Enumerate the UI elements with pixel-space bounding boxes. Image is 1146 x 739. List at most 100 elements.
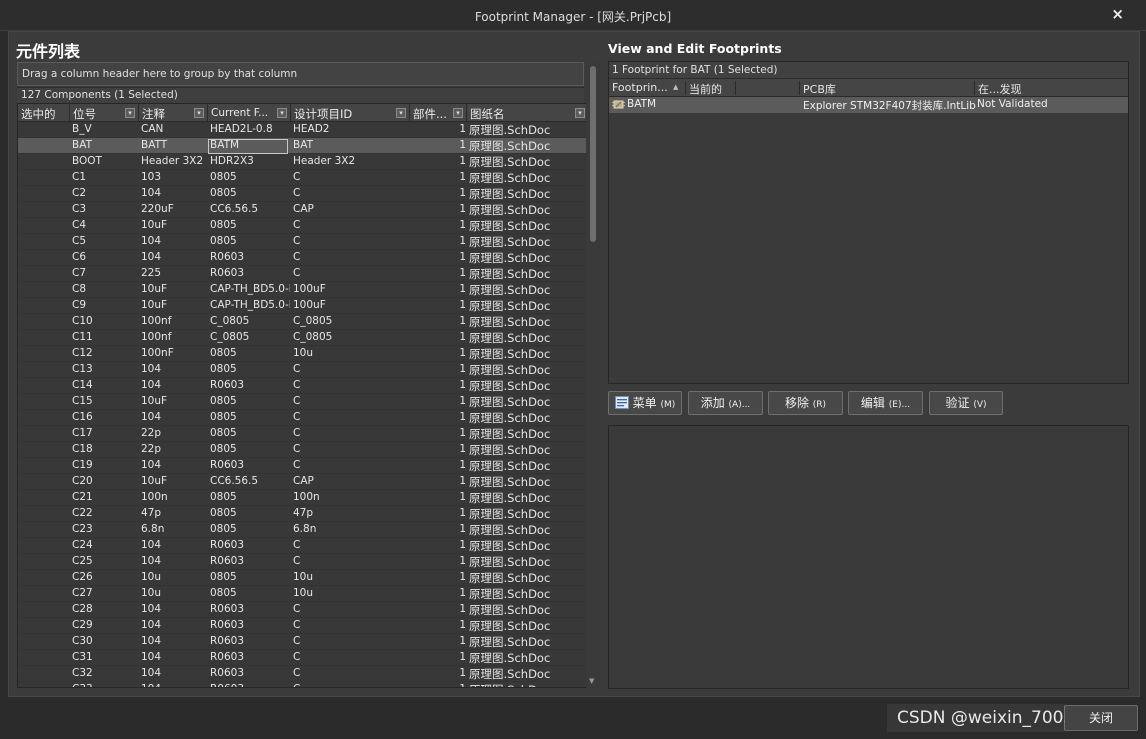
column-header-found-in[interactable]: 在...发现 [978, 81, 1022, 97]
table-row[interactable]: C27 10u 0805 10u 1 原理图.SchDoc [18, 586, 588, 602]
table-row[interactable]: C25 104 R0603 C 1 原理图.SchDoc [18, 554, 588, 570]
row-comment: 10u [141, 571, 162, 583]
funnel-icon[interactable]: ▾ [125, 108, 135, 118]
table-row[interactable]: C26 10u 0805 10u 1 原理图.SchDoc [18, 570, 588, 586]
table-row[interactable]: C4 10uF 0805 C 1 原理图.SchDoc [18, 218, 588, 234]
column-header-footprint[interactable]: Footprin... [612, 81, 668, 94]
column-header-parts[interactable]: 部件... ▾ [410, 104, 467, 122]
column-separator[interactable] [735, 81, 736, 95]
row-design-item-id: 100uF [293, 299, 326, 311]
table-row[interactable]: C14 104 R0603 C 1 原理图.SchDoc [18, 378, 588, 394]
add-button[interactable]: 添加 (A)... [688, 391, 763, 415]
remove-button[interactable]: 移除 (R) [768, 391, 843, 415]
table-row[interactable]: C19 104 R0603 C 1 原理图.SchDoc [18, 458, 588, 474]
row-current-footprint: HDR2X3 [210, 155, 254, 167]
row-comment: 10uF [141, 283, 168, 295]
table-row[interactable]: C13 104 0805 C 1 原理图.SchDoc [18, 362, 588, 378]
table-row[interactable]: B_V CAN HEAD2L-0.8 HEAD2 1 原理图.SchDoc [18, 122, 588, 138]
scrollbar-thumb[interactable] [590, 66, 596, 242]
footprint-grid-header: Footprin... ▲ 当前的 PCB库 在...发现 [609, 79, 1128, 97]
table-row[interactable]: C30 104 R0603 C 1 原理图.SchDoc [18, 634, 588, 650]
row-designator: C5 [72, 235, 87, 247]
row-design-item-id: 100uF [293, 283, 326, 295]
row-design-item-id: BAT [293, 139, 313, 151]
component-grid-scrollbar[interactable]: ▼ [586, 62, 600, 688]
column-separator[interactable] [799, 81, 800, 95]
funnel-icon[interactable]: ▾ [453, 108, 463, 118]
group-by-panel[interactable]: Drag a column header here to group by th… [17, 62, 584, 86]
column-header-pcb-library[interactable]: PCB库 [803, 81, 836, 97]
footprint-row[interactable]: BATM Explorer STM32F407封装库.IntLib Not Va… [609, 97, 1128, 113]
edit-button[interactable]: 编辑 (E)... [848, 391, 923, 415]
table-row[interactable]: C22 47p 0805 47p 1 原理图.SchDoc [18, 506, 588, 522]
table-row[interactable]: C15 10uF 0805 C 1 原理图.SchDoc [18, 394, 588, 410]
table-row[interactable]: C17 22p 0805 C 1 原理图.SchDoc [18, 426, 588, 442]
row-sheet: 原理图.SchDoc [469, 635, 551, 649]
table-row[interactable]: C24 104 R0603 C 1 原理图.SchDoc [18, 538, 588, 554]
table-row[interactable]: C7 225 R0603 C 1 原理图.SchDoc [18, 266, 588, 282]
footprint-preview-area[interactable] [608, 425, 1129, 689]
funnel-icon[interactable]: ▾ [277, 108, 287, 118]
row-selected-cell [18, 187, 68, 202]
row-comment: 22p [141, 427, 162, 439]
row-sheet: 原理图.SchDoc [469, 475, 551, 489]
row-designator: C18 [72, 443, 93, 455]
table-row[interactable]: C3 220uF CC6.56.5 CAP 1 原理图.SchDoc [18, 202, 588, 218]
close-window-icon[interactable]: × [1111, 5, 1124, 23]
row-selected-cell [18, 635, 68, 650]
table-row[interactable]: C12 100nF 0805 10u 1 原理图.SchDoc [18, 346, 588, 362]
menu-button[interactable]: 菜单 (M) [608, 391, 682, 415]
close-button[interactable]: 关闭 [1064, 705, 1138, 731]
row-selected-cell [18, 427, 68, 442]
table-row[interactable]: C11 100nf C_0805 C_0805 1 原理图.SchDoc [18, 330, 588, 346]
row-comment: 10uF [141, 219, 168, 231]
table-row[interactable]: BOOT Header 3X2 HDR2X3 Header 3X2 1 原理图.SchDo… [18, 154, 588, 170]
table-row[interactable]: C6 104 R0603 C 1 原理图.SchDoc [18, 250, 588, 266]
scroll-down-icon[interactable]: ▼ [589, 677, 594, 685]
row-designator: C8 [72, 283, 87, 295]
table-row[interactable]: C18 22p 0805 C 1 原理图.SchDoc [18, 442, 588, 458]
table-row[interactable]: C23 6.8n 0805 6.8n 1 原理图.SchDoc [18, 522, 588, 538]
table-row[interactable]: C1 103 0805 C 1 原理图.SchDoc [18, 170, 588, 186]
row-sheet: 原理图.SchDoc [469, 123, 551, 137]
row-parts: 1 [459, 139, 466, 151]
column-header-current[interactable]: 当前的 [689, 81, 722, 97]
column-separator[interactable] [974, 81, 975, 95]
row-parts: 1 [459, 347, 466, 359]
funnel-icon[interactable]: ▾ [396, 108, 406, 118]
funnel-icon[interactable]: ▾ [194, 108, 204, 118]
row-designator: C27 [72, 587, 93, 599]
row-designator: C28 [72, 603, 93, 615]
row-selected-cell [18, 539, 68, 554]
table-row[interactable]: C33 104 R0603C1原理图.SchDoc [18, 682, 588, 687]
column-header-current-footprint[interactable]: Current F... ▾ [208, 104, 291, 122]
table-row[interactable]: C31 104 R0603 C 1 原理图.SchDoc [18, 650, 588, 666]
column-header-sheet[interactable]: 图纸名 ▾ [467, 104, 588, 122]
column-header-design-item-id[interactable]: 设计项目ID ▾ [291, 104, 410, 122]
funnel-icon[interactable]: ▾ [575, 108, 585, 118]
table-row[interactable]: C21 100n 0805 100n 1 原理图.SchDoc [18, 490, 588, 506]
table-row[interactable]: C32 104 R0603 C 1 原理图.SchDoc [18, 666, 588, 682]
table-row[interactable]: C5 104 0805 C 1 原理图.SchDoc [18, 234, 588, 250]
row-comment: 104 [141, 235, 162, 247]
column-header-selected[interactable]: 选中的 [18, 104, 70, 122]
table-row[interactable]: C28 104 R0603 C 1 原理图.SchDoc [18, 602, 588, 618]
table-row[interactable]: C29 104 R0603 C 1 原理图.SchDoc [18, 618, 588, 634]
validate-button[interactable]: 验证 (V) [929, 391, 1003, 415]
table-row[interactable]: C16 104 0805 C 1 原理图.SchDoc [18, 410, 588, 426]
table-row[interactable]: BAT BATT BATM BAT 1 原理图.SchDoc [18, 138, 588, 154]
title-bar: Footprint Manager - [网关.PrjPcb] × [0, 0, 1146, 31]
table-row[interactable]: C9 10uF CAP-TH_BD5.0-F 100uF 1 原理图.SchDoc [18, 298, 588, 314]
row-current-footprint: 0805 [210, 427, 237, 439]
column-header-comment[interactable]: 注释 ▾ [139, 104, 208, 122]
table-row[interactable]: C20 10uF CC6.56.5 CAP 1 原理图.SchDoc [18, 474, 588, 490]
column-header-designator[interactable]: 位号 ▾ [70, 104, 139, 122]
row-design-item-id: Header 3X2 [293, 155, 356, 167]
table-row[interactable]: C8 10uF CAP-TH_BD5.0-F 100uF 1 原理图.SchDoc [18, 282, 588, 298]
menu-icon [614, 396, 629, 409]
table-row[interactable]: C10 100nf C_0805 C_0805 1 原理图.SchDoc [18, 314, 588, 330]
column-separator[interactable] [685, 81, 686, 95]
row-current-footprint: HEAD2L-0.8 [210, 123, 273, 135]
table-row[interactable]: C2 104 0805 C 1 原理图.SchDoc [18, 186, 588, 202]
row-design-item-id: C [293, 379, 301, 391]
